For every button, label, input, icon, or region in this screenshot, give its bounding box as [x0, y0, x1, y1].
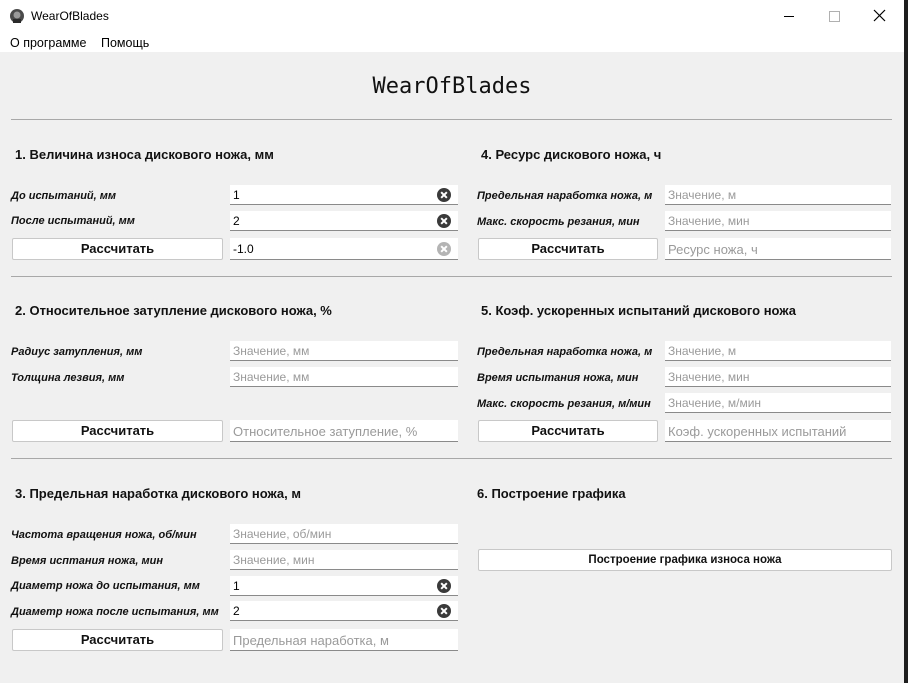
- section-2-title: 2. Относительное затупление дискового но…: [15, 303, 332, 318]
- maximize-button[interactable]: [812, 0, 858, 32]
- divider: [11, 119, 892, 120]
- limit-result-placeholder: Предельная наработка, м: [233, 633, 389, 648]
- diameter-before-value: 1: [233, 579, 240, 593]
- acceleration-result-field[interactable]: Коэф. ускоренных испытаний: [665, 420, 891, 442]
- label-blade-thickness: Толщина лезвия, мм: [11, 372, 125, 384]
- divider: [11, 458, 892, 459]
- label-blunt-radius: Радиус затупления, мм: [11, 346, 143, 358]
- close-icon: [873, 9, 886, 22]
- calculate-acceleration-button[interactable]: Рассчитать: [478, 420, 658, 442]
- page-title: WearOfBlades: [372, 74, 532, 99]
- clear-icon[interactable]: [437, 242, 451, 256]
- menu-help[interactable]: Помощь: [101, 36, 149, 50]
- menu-about[interactable]: О программе: [10, 36, 86, 50]
- accel-test-time-placeholder: Значение, мин: [668, 370, 750, 384]
- test-time-input[interactable]: Значение, мин: [230, 550, 458, 570]
- label-after-test: После испытаний, мм: [11, 215, 135, 227]
- after-test-value: 2: [233, 214, 240, 228]
- diameter-before-input[interactable]: 1: [230, 576, 458, 596]
- wear-result-value: -1.0: [233, 242, 254, 256]
- accel-limit-runtime-placeholder: Значение, м: [668, 344, 737, 358]
- before-test-input[interactable]: 1: [230, 185, 458, 205]
- calculate-resource-button[interactable]: Рассчитать: [478, 238, 658, 260]
- test-time-placeholder: Значение, мин: [233, 553, 315, 567]
- section-5-title: 5. Коэф. ускоренных испытаний дискового …: [481, 303, 796, 318]
- diameter-after-value: 2: [233, 604, 240, 618]
- accel-max-cut-speed-placeholder: Значение, м/мин: [668, 396, 762, 410]
- calculate-bluntness-button[interactable]: Рассчитать: [12, 420, 223, 442]
- blade-thickness-input[interactable]: Значение, мм: [230, 367, 458, 387]
- limit-runtime-input[interactable]: Значение, м: [665, 185, 891, 205]
- max-cut-speed-input[interactable]: Значение, мин: [665, 211, 891, 231]
- rotation-frequency-placeholder: Значение, об/мин: [233, 527, 332, 541]
- divider: [11, 276, 892, 277]
- label-limit-runtime: Предельная наработка ножа, м: [477, 190, 653, 202]
- limit-result-field[interactable]: Предельная наработка, м: [230, 629, 458, 651]
- blunt-radius-placeholder: Значение, мм: [233, 344, 310, 358]
- after-test-input[interactable]: 2: [230, 211, 458, 231]
- minimize-button[interactable]: [766, 0, 812, 32]
- accel-max-cut-speed-input[interactable]: Значение, м/мин: [665, 393, 891, 413]
- section-1-title: 1. Величина износа дискового ножа, мм: [15, 147, 274, 162]
- bluntness-result-placeholder: Относительное затупление, %: [233, 424, 418, 439]
- app-window: WearOfBlades О программе Помощь WearOfBl…: [0, 0, 904, 683]
- resource-result-placeholder: Ресурс ножа, ч: [668, 242, 758, 257]
- close-window-button[interactable]: [858, 0, 904, 32]
- limit-runtime-placeholder: Значение, м: [668, 188, 737, 202]
- before-test-value: 1: [233, 188, 240, 202]
- label-max-cut-speed: Макс. скорость резания, мин: [477, 216, 640, 228]
- window-title: WearOfBlades: [31, 9, 109, 23]
- blunt-radius-input[interactable]: Значение, мм: [230, 341, 458, 361]
- label-before-test: До испытаний, мм: [11, 190, 117, 202]
- minimize-icon: [784, 16, 794, 17]
- label-test-time: Время исптания ножа, мин: [11, 555, 163, 567]
- calculate-limit-button[interactable]: Рассчитать: [12, 629, 223, 651]
- diameter-after-input[interactable]: 2: [230, 601, 458, 621]
- section-3-title: 3. Предельная наработка дискового ножа, …: [15, 486, 301, 501]
- maximize-icon: [829, 11, 840, 22]
- label-diameter-before: Диаметр ножа до испытания, мм: [11, 580, 200, 592]
- label-test-time: Время испытания ножа, мин: [477, 372, 639, 384]
- rotation-frequency-input[interactable]: Значение, об/мин: [230, 524, 458, 544]
- menu-bar: О программе Помощь: [0, 32, 904, 52]
- app-icon: [10, 9, 24, 23]
- max-cut-speed-placeholder: Значение, мин: [668, 214, 750, 228]
- label-diameter-after: Диаметр ножа после испытания, мм: [11, 606, 219, 618]
- title-bar: WearOfBlades: [0, 0, 904, 32]
- bluntness-result-field[interactable]: Относительное затупление, %: [230, 420, 458, 442]
- section-4-title: 4. Ресурс дискового ножа, ч: [481, 147, 662, 162]
- clear-icon[interactable]: [437, 579, 451, 593]
- section-6-title: 6. Построение графика: [477, 486, 626, 501]
- build-wear-chart-button[interactable]: Построение графика износа ножа: [478, 549, 892, 571]
- clear-icon[interactable]: [437, 604, 451, 618]
- calculate-wear-button[interactable]: Рассчитать: [12, 238, 223, 260]
- acceleration-result-placeholder: Коэф. ускоренных испытаний: [668, 424, 847, 439]
- label-limit-runtime: Предельная наработка ножа, м: [477, 346, 653, 358]
- clear-icon[interactable]: [437, 214, 451, 228]
- accel-limit-runtime-input[interactable]: Значение, м: [665, 341, 891, 361]
- label-max-cut-speed: Макс. скорость резания, м/мин: [477, 398, 651, 410]
- label-rotation-frequency: Частота вращения ножа, об/мин: [11, 529, 197, 541]
- resource-result-field[interactable]: Ресурс ножа, ч: [665, 238, 891, 260]
- clear-icon[interactable]: [437, 188, 451, 202]
- accel-test-time-input[interactable]: Значение, мин: [665, 367, 891, 387]
- blade-thickness-placeholder: Значение, мм: [233, 370, 310, 384]
- wear-result-field[interactable]: -1.0: [230, 238, 458, 260]
